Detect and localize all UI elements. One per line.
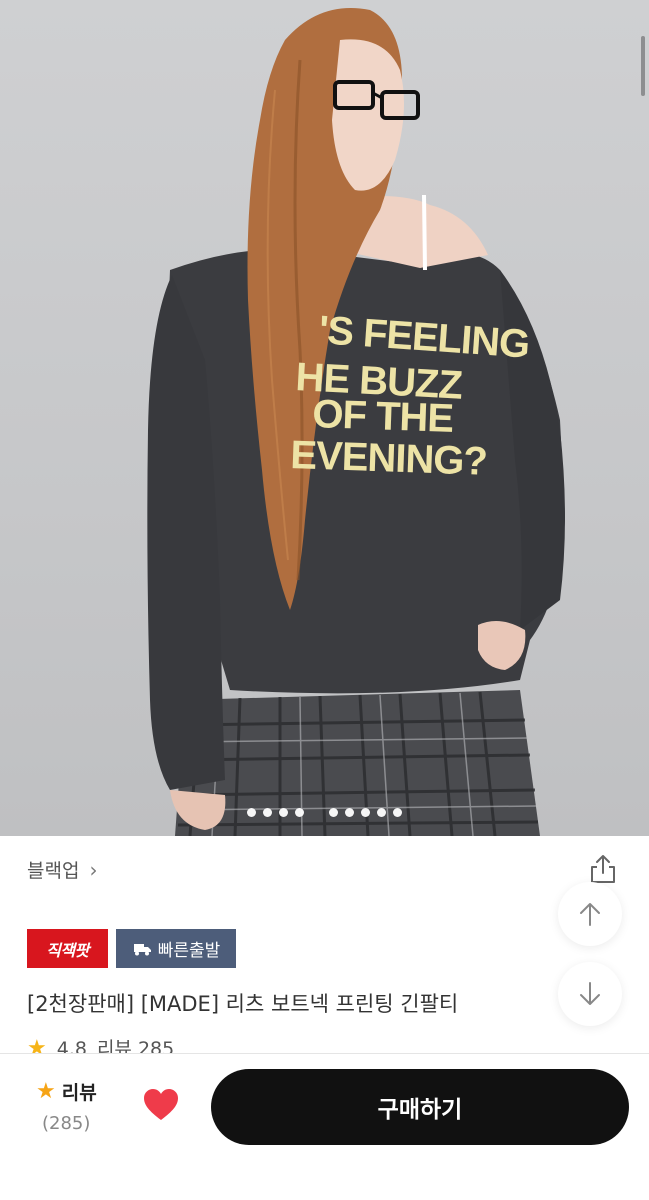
carousel-dot[interactable] xyxy=(263,808,272,817)
badge-row: 직잭팟 빠른출발 xyxy=(27,929,236,968)
heart-icon[interactable] xyxy=(143,1088,179,1122)
truck-icon xyxy=(133,943,151,955)
arrow-up-icon xyxy=(580,903,600,926)
carousel-dot[interactable] xyxy=(329,808,338,817)
scroll-down-button[interactable] xyxy=(558,962,622,1026)
brand-link[interactable]: 블랙업 › xyxy=(27,856,97,883)
fast-shipping-badge: 빠른출발 xyxy=(116,929,236,968)
carousel-dot[interactable] xyxy=(247,808,256,817)
jackpot-badge: 직잭팟 xyxy=(27,929,108,968)
page-scrollbar[interactable] xyxy=(641,36,645,96)
star-icon: ★ xyxy=(27,1038,47,1054)
carousel-dots xyxy=(0,808,649,817)
product-title: [2천장판매] [MADE] 리츠 보트넥 프린팅 긴팔티 xyxy=(27,992,459,1016)
star-icon: ★ xyxy=(36,1079,56,1104)
carousel-dot[interactable] xyxy=(295,808,304,817)
rating-summary[interactable]: ★ 4.8 리뷰 285 xyxy=(27,1038,174,1054)
carousel-dot[interactable] xyxy=(279,808,288,817)
review-label: 리뷰 xyxy=(61,1082,97,1104)
carousel-dot[interactable] xyxy=(361,808,370,817)
arrow-down-icon xyxy=(580,982,600,1005)
carousel-dot[interactable] xyxy=(345,808,354,817)
buy-button[interactable]: 구매하기 xyxy=(211,1069,629,1145)
svg-text:EVENING?: EVENING? xyxy=(290,433,488,484)
carousel-dot[interactable] xyxy=(377,808,386,817)
carousel-dot[interactable] xyxy=(393,808,402,817)
chevron-right-icon: › xyxy=(89,857,98,882)
review-shortcut[interactable]: ★ 리뷰 (285) xyxy=(36,1078,116,1134)
share-icon[interactable] xyxy=(588,853,618,885)
rating-score: 4.8 xyxy=(56,1038,87,1054)
rating-review-label: 리뷰 285 xyxy=(96,1038,175,1054)
brand-name: 블랙업 xyxy=(27,860,80,882)
review-count: (285) xyxy=(42,1113,91,1134)
scroll-up-button[interactable] xyxy=(558,882,622,946)
bottom-action-bar: ★ 리뷰 (285) 구매하기 xyxy=(0,1053,649,1200)
product-image-carousel[interactable]: 'S FEELING HE BUZZ OF THE EVENING? xyxy=(0,0,649,836)
fast-shipping-label: 빠른출발 xyxy=(157,941,221,961)
product-photo: 'S FEELING HE BUZZ OF THE EVENING? xyxy=(147,8,566,836)
